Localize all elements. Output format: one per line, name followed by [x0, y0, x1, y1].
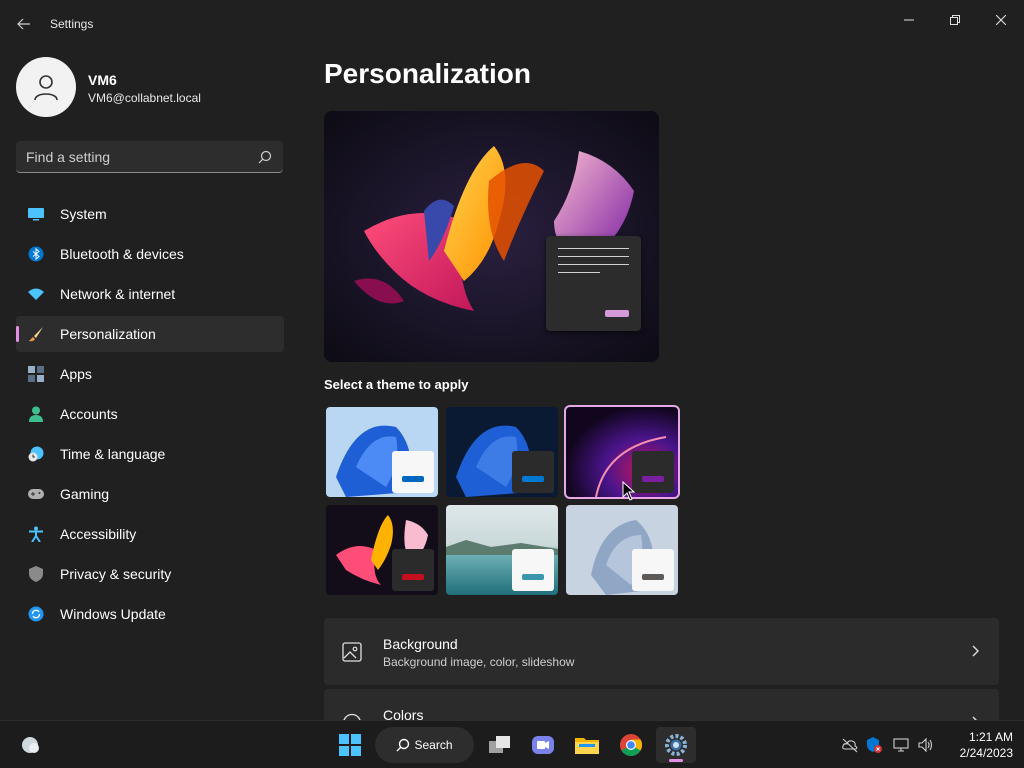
theme-window-preview	[512, 451, 554, 493]
theme-windows-dark[interactable]	[446, 407, 558, 497]
theme-captured-motion[interactable]	[326, 505, 438, 595]
task-view-icon	[489, 736, 510, 753]
theme-flow[interactable]	[566, 505, 678, 595]
start-button[interactable]	[331, 727, 369, 763]
theme-preview	[324, 111, 659, 362]
restore-icon	[950, 15, 960, 25]
theme-window-preview	[632, 451, 674, 493]
gear-icon	[665, 734, 687, 756]
user-email: VM6@collabnet.local	[88, 91, 201, 105]
taskbar-search[interactable]: Search	[375, 727, 474, 763]
taskbar: Search 1:21 AM 2/24/2023	[0, 720, 1024, 768]
card-subtitle: Background image, color, slideshow	[383, 655, 575, 669]
close-button[interactable]	[978, 4, 1024, 36]
file-explorer-button[interactable]	[568, 727, 606, 763]
sidebar-item-label: Accessibility	[60, 526, 137, 542]
sidebar-nav: System Bluetooth & devices Network & int…	[16, 196, 284, 636]
theme-window-preview	[512, 549, 554, 591]
sidebar-item-label: Windows Update	[60, 606, 166, 622]
sidebar-item-privacy[interactable]: Privacy & security	[16, 556, 284, 592]
back-button[interactable]	[10, 10, 38, 38]
sidebar-item-label: Network & internet	[60, 286, 176, 302]
sidebar-item-time-language[interactable]: Time & language	[16, 436, 284, 472]
image-icon	[342, 642, 362, 662]
background-settings-card[interactable]: Background Background image, color, slid…	[324, 618, 999, 685]
sidebar-item-gaming[interactable]: Gaming	[16, 476, 284, 512]
settings-taskbar-button[interactable]	[656, 727, 696, 763]
theme-window-preview	[392, 549, 434, 591]
apps-icon	[28, 366, 44, 382]
system-icon	[28, 206, 44, 222]
gamepad-icon	[28, 486, 44, 502]
sidebar-item-accounts[interactable]: Accounts	[16, 396, 284, 432]
search-icon	[396, 738, 410, 752]
user-name: VM6	[88, 72, 117, 88]
shield-icon	[28, 566, 44, 582]
system-clock[interactable]: 1:21 AM 2/24/2023	[943, 729, 1013, 761]
task-view-button[interactable]	[481, 727, 519, 763]
sidebar-item-personalization[interactable]: Personalization	[16, 316, 284, 352]
sidebar-item-bluetooth[interactable]: Bluetooth & devices	[16, 236, 284, 272]
title-bar: Settings	[0, 0, 1024, 48]
theme-sunrise[interactable]	[446, 505, 558, 595]
teams-chat-button[interactable]	[524, 727, 562, 763]
sidebar-item-apps[interactable]: Apps	[16, 356, 284, 392]
accessibility-icon	[28, 526, 44, 542]
clock-time: 1:21 AM	[968, 730, 1013, 744]
bluetooth-icon	[28, 246, 44, 262]
wifi-icon	[28, 286, 44, 302]
taskbar-search-label: Search	[414, 738, 453, 752]
sidebar-item-label: Gaming	[60, 486, 110, 502]
search-input[interactable]	[26, 141, 246, 172]
app-title: Settings	[50, 17, 94, 31]
sidebar-item-system[interactable]: System	[16, 196, 284, 232]
folder-icon	[575, 738, 599, 754]
globe-clock-icon	[28, 446, 44, 462]
user-icon	[34, 75, 58, 101]
preview-window	[546, 236, 641, 331]
avatar[interactable]	[16, 57, 76, 117]
sidebar-item-label: Privacy & security	[60, 566, 172, 582]
sidebar-item-label: System	[60, 206, 107, 222]
active-app-indicator	[669, 759, 683, 762]
theme-heading: Select a theme to apply	[324, 377, 469, 392]
brush-icon	[28, 326, 44, 342]
volume-icon[interactable]	[918, 737, 934, 753]
theme-windows-light[interactable]	[326, 407, 438, 497]
sidebar-item-label: Time & language	[60, 446, 166, 462]
close-icon	[996, 15, 1006, 25]
chat-icon	[532, 736, 554, 754]
sidebar-item-windows-update[interactable]: Windows Update	[16, 596, 284, 632]
theme-window-preview	[392, 451, 434, 493]
weather-icon	[22, 737, 39, 753]
sidebar-item-label: Bluetooth & devices	[60, 246, 184, 262]
sidebar-item-label: Personalization	[60, 326, 156, 342]
update-icon	[28, 606, 44, 622]
theme-window-preview	[632, 549, 674, 591]
sidebar-item-label: Accounts	[60, 406, 118, 422]
chevron-right-icon	[972, 645, 979, 657]
chrome-icon	[620, 734, 642, 756]
restore-button[interactable]	[932, 4, 978, 36]
sidebar-item-label: Apps	[60, 366, 92, 382]
security-alert-icon[interactable]	[866, 737, 882, 753]
weather-widget[interactable]	[12, 727, 48, 763]
minimize-icon	[904, 19, 914, 21]
sidebar-item-accessibility[interactable]: Accessibility	[16, 516, 284, 552]
mouse-cursor	[622, 481, 636, 501]
search-box	[16, 141, 283, 173]
page-title: Personalization	[324, 58, 531, 89]
preview-accent-button	[605, 310, 629, 317]
back-arrow-icon	[17, 18, 30, 30]
card-title: Background	[383, 636, 458, 652]
cloud-offline-icon[interactable]	[842, 737, 858, 753]
network-icon[interactable]	[893, 737, 909, 753]
search-icon[interactable]	[257, 149, 273, 165]
chrome-button[interactable]	[612, 727, 650, 763]
clock-date: 2/24/2023	[959, 746, 1013, 760]
sidebar-item-network[interactable]: Network & internet	[16, 276, 284, 312]
person-icon	[28, 406, 44, 422]
minimize-button[interactable]	[886, 4, 932, 36]
windows-logo-icon	[339, 734, 361, 756]
